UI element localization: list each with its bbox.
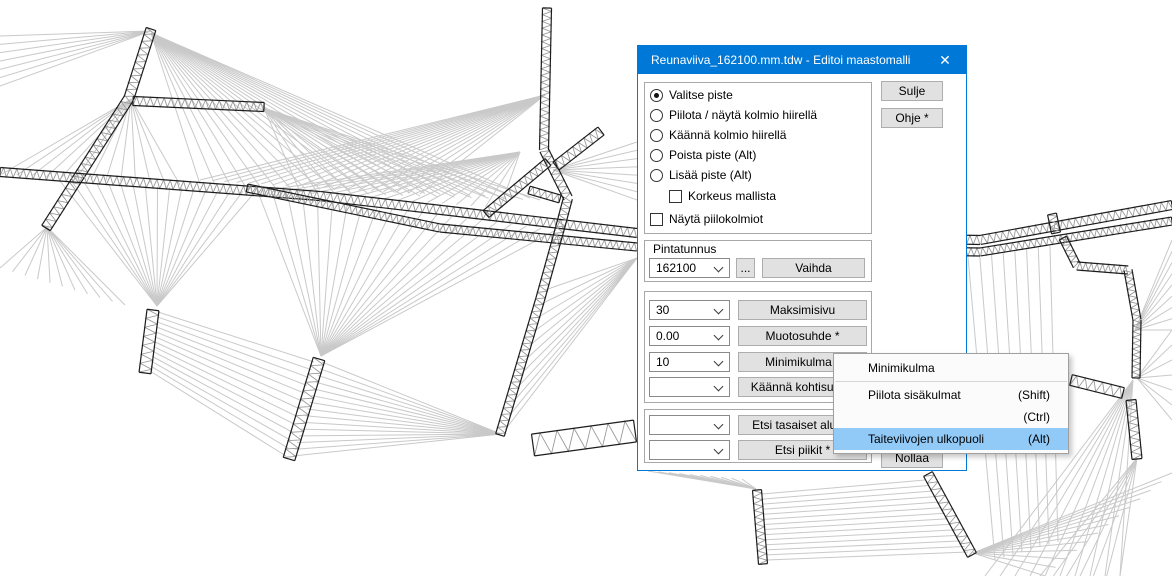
minimikulma-combobox[interactable]: 10	[649, 352, 730, 372]
menu-item-minimikulma[interactable]: Minimikulma	[834, 357, 1068, 379]
menu-item-label: Minimikulma	[868, 361, 935, 375]
checkbox-icon	[669, 190, 682, 203]
context-menu: Minimikulma Piilota sisäkulmat (Shift) (…	[833, 353, 1069, 454]
checkbox-label: Näytä piilokolmiot	[669, 212, 763, 226]
maksimisivu-combobox[interactable]: 30	[649, 300, 730, 320]
radio-label: Poista piste (Alt)	[669, 148, 756, 162]
minimikulma-value: 10	[656, 355, 669, 369]
checkbox-nayta-piilokolmiot[interactable]: Näytä piilokolmiot	[650, 209, 763, 229]
maksimisivu-button[interactable]: Maksimisivu	[738, 300, 867, 320]
etsi-tasaiset-combobox[interactable]	[649, 415, 730, 435]
menu-item-ctrl[interactable]: (Ctrl)	[834, 406, 1068, 428]
pintatunnus-value: 162100	[656, 261, 696, 275]
radio-icon	[650, 89, 663, 102]
application-viewport: Reunaviiva_162100.mm.tdw - Editoi maasto…	[0, 0, 1172, 576]
radio-label: Lisää piste (Alt)	[669, 168, 752, 182]
muotosuhde-button[interactable]: Muotosuhde *	[738, 326, 867, 346]
browse-button[interactable]: ...	[736, 258, 755, 278]
menu-item-shortcut: (Ctrl)	[1023, 410, 1050, 424]
radio-kaanna-kolmio[interactable]: Käännä kolmio hiirellä	[650, 125, 786, 145]
checkbox-label: Korkeus mallista	[688, 189, 776, 203]
menu-item-shortcut: (Alt)	[1028, 432, 1050, 446]
menu-item-piilota-sisakulmat[interactable]: Piilota sisäkulmat (Shift)	[834, 384, 1068, 406]
ohje-button[interactable]: Ohje *	[881, 108, 943, 128]
muotosuhde-value: 0.00	[656, 329, 679, 343]
radio-valitse-piste[interactable]: Valitse piste	[650, 85, 733, 105]
chevron-down-icon[interactable]	[714, 420, 724, 430]
radio-poista-piste[interactable]: Poista piste (Alt)	[650, 145, 756, 165]
menu-item-shortcut: (Shift)	[1018, 388, 1050, 402]
maksimisivu-value: 30	[656, 303, 669, 317]
chevron-down-icon[interactable]	[714, 357, 724, 367]
radio-label: Valitse piste	[669, 88, 733, 102]
radio-piilota-nayta-kolmio[interactable]: Piilota / näytä kolmio hiirellä	[650, 105, 817, 125]
menu-item-taiteviivojen-ulkopuoli[interactable]: Taiteviivojen ulkopuoli (Alt)	[834, 428, 1068, 450]
radio-label: Piilota / näytä kolmio hiirellä	[669, 108, 817, 122]
chevron-down-icon[interactable]	[714, 382, 724, 392]
chevron-down-icon[interactable]	[714, 445, 724, 455]
radio-label: Käännä kolmio hiirellä	[669, 128, 786, 142]
menu-item-label: Piilota sisäkulmat	[868, 388, 961, 402]
dialog-titlebar[interactable]: Reunaviiva_162100.mm.tdw - Editoi maasto…	[638, 46, 966, 74]
etsi-piikit-combobox[interactable]	[649, 440, 730, 460]
chevron-down-icon[interactable]	[714, 263, 724, 273]
radio-icon	[650, 169, 663, 182]
chevron-down-icon[interactable]	[714, 305, 724, 315]
muotosuhde-combobox[interactable]: 0.00	[649, 326, 730, 346]
checkbox-icon	[650, 213, 663, 226]
sulje-button[interactable]: Sulje	[881, 81, 943, 101]
dialog-title: Reunaviiva_162100.mm.tdw - Editoi maasto…	[651, 53, 910, 67]
kaanna-kohtisuorat-combobox[interactable]	[649, 377, 730, 397]
radio-icon	[650, 109, 663, 122]
radio-icon	[650, 149, 663, 162]
vaihda-button[interactable]: Vaihda	[762, 258, 865, 278]
pintatunnus-combobox[interactable]: 162100	[649, 258, 730, 278]
checkbox-korkeus-mallista[interactable]: Korkeus mallista	[669, 186, 776, 206]
radio-icon	[650, 129, 663, 142]
pintatunnus-label: Pintatunnus	[651, 242, 718, 256]
close-icon[interactable]: ✕	[924, 46, 966, 74]
radio-lisaa-piste[interactable]: Lisää piste (Alt)	[650, 165, 752, 185]
terrain-tin-drawing[interactable]	[0, 0, 1172, 576]
chevron-down-icon[interactable]	[714, 331, 724, 341]
menu-item-label: Taiteviivojen ulkopuoli	[868, 432, 984, 446]
menu-separator	[835, 381, 1067, 382]
